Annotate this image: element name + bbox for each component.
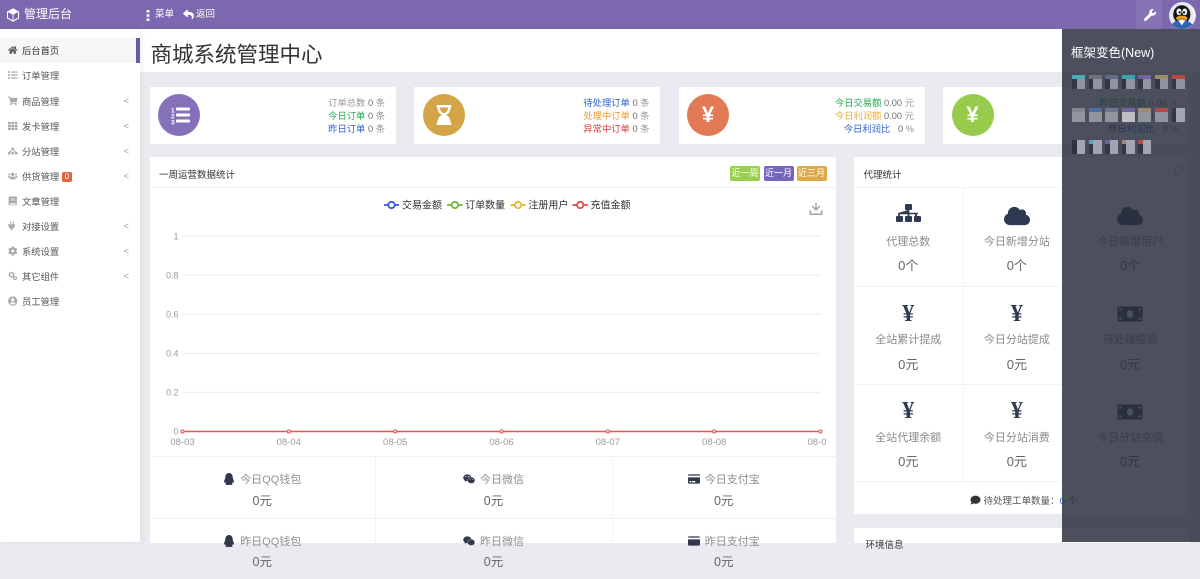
svg-text:0: 0 (173, 426, 178, 436)
svg-text:0.6: 0.6 (165, 309, 178, 319)
svg-text:0.2: 0.2 (165, 387, 178, 397)
svg-text:注册用户: 注册用户 (528, 198, 568, 211)
svg-text:08-0: 08-0 (807, 437, 826, 448)
svg-text:0.4: 0.4 (165, 348, 178, 358)
svg-text:08-05: 08-05 (383, 437, 407, 448)
svg-text:订单数量: 订单数量 (465, 198, 505, 211)
svg-text:1: 1 (173, 231, 178, 241)
svg-text:3: 3 (171, 119, 175, 126)
svg-text:充值金额: 充值金额 (590, 198, 630, 211)
svg-text:交易金额: 交易金额 (402, 198, 442, 211)
svg-text:08-03: 08-03 (170, 437, 194, 448)
svg-text:0.8: 0.8 (165, 270, 178, 280)
svg-text:08-06: 08-06 (489, 437, 513, 448)
svg-text:08-04: 08-04 (276, 437, 300, 448)
svg-text:08-08: 08-08 (702, 437, 726, 448)
svg-text:08-07: 08-07 (595, 437, 619, 448)
